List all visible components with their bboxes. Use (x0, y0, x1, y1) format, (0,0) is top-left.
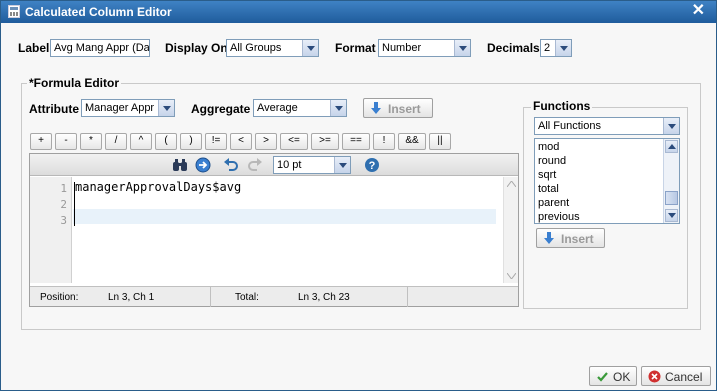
down-arrow-icon (544, 232, 554, 244)
font-size-select[interactable]: 10 pt (273, 156, 351, 174)
close-icon[interactable]: ✕ (692, 3, 705, 19)
operator-button[interactable]: ! (373, 133, 395, 150)
display-on-select[interactable]: All Groups (226, 39, 319, 57)
help-icon[interactable]: ? (364, 157, 380, 173)
function-item[interactable]: previous (538, 211, 580, 223)
function-item[interactable]: sqrt (538, 169, 556, 181)
total-value: Ln 3, Ch 23 (298, 292, 350, 303)
operator-button[interactable]: || (429, 133, 451, 150)
operator-button[interactable]: - (55, 133, 77, 150)
active-line-highlight (73, 209, 496, 224)
formula-editor-title: *Formula Editor (27, 76, 122, 90)
operator-button[interactable]: >= (311, 133, 339, 150)
functions-filter-value: All Functions (538, 120, 601, 132)
operator-button[interactable]: > (255, 133, 277, 150)
line-number: 3 (60, 214, 67, 227)
aggregate-label: Aggregate (191, 102, 251, 116)
line-number: 2 (60, 198, 67, 211)
function-item[interactable]: round (538, 155, 566, 167)
ok-label: OK (613, 370, 631, 384)
title-bar[interactable]: Calculated Column Editor ✕ (1, 1, 716, 23)
functions-title: Functions (531, 99, 593, 113)
total-label: Total: (235, 292, 259, 303)
down-arrow-icon (371, 102, 381, 114)
chevron-down-icon (330, 100, 346, 116)
attribute-label: Attribute (29, 102, 79, 116)
insert-attribute-button[interactable]: Insert (363, 98, 433, 118)
functions-list[interactable]: mod round sqrt total parent previous (534, 138, 680, 224)
window-title: Calculated Column Editor (25, 5, 172, 19)
status-divider (210, 287, 211, 307)
binoculars-icon[interactable] (172, 157, 188, 173)
decimals-label: Decimals (487, 41, 540, 55)
label-label: Label (18, 41, 50, 55)
code-line[interactable]: managerApprovalDays$avg (75, 180, 241, 194)
functions-scrollbar[interactable] (663, 139, 679, 223)
scroll-up-icon[interactable] (665, 140, 678, 153)
redo-icon[interactable] (247, 157, 263, 173)
calculated-column-editor-dialog: Calculated Column Editor ✕ Label Avg Man… (0, 0, 717, 391)
undo-icon[interactable] (223, 157, 239, 173)
operator-button[interactable]: == (342, 133, 370, 150)
svg-text:?: ? (369, 160, 376, 172)
chevron-down-icon (334, 157, 350, 173)
chevron-down-icon (302, 40, 318, 56)
checkmark-icon (597, 372, 608, 382)
function-item[interactable]: parent (538, 197, 569, 209)
attribute-select[interactable]: Manager Appr (81, 99, 175, 117)
chevron-down-icon (555, 40, 571, 56)
scroll-down-icon[interactable] (507, 273, 516, 279)
editor-scrollbar[interactable] (503, 177, 518, 283)
cancel-button[interactable]: Cancel (641, 366, 711, 386)
scroll-thumb[interactable] (665, 191, 678, 205)
scroll-down-icon[interactable] (665, 209, 678, 222)
operator-button[interactable]: <= (280, 133, 308, 150)
editor-status-bar: Position: Ln 3, Ch 1 Total: Ln 3, Ch 23 (30, 286, 518, 307)
function-item[interactable]: mod (538, 141, 559, 153)
editor-toolbar: 10 pt ? (30, 154, 518, 176)
operator-button[interactable]: && (398, 133, 426, 150)
decimals-select[interactable]: 2 (540, 39, 572, 57)
operator-button[interactable]: != (205, 133, 227, 150)
operator-button[interactable]: + (30, 133, 52, 150)
format-select[interactable]: Number (378, 39, 471, 57)
insert-attribute-label: Insert (388, 102, 421, 116)
format-label: Format (335, 41, 376, 55)
line-number: 1 (60, 182, 67, 195)
operator-button[interactable]: * (80, 133, 102, 150)
operator-button[interactable]: ( (155, 133, 177, 150)
cancel-icon (648, 370, 661, 383)
chevron-down-icon (158, 100, 174, 116)
formula-code-editor[interactable]: 10 pt ? 1 2 3 managerApprovalDays$avg Po… (29, 153, 519, 307)
scroll-up-icon[interactable] (507, 181, 516, 187)
chevron-down-icon (663, 118, 679, 134)
operator-button[interactable]: ) (180, 133, 202, 150)
aggregate-select[interactable]: Average (253, 99, 347, 117)
functions-filter-select[interactable]: All Functions (534, 117, 680, 135)
line-number-gutter: 1 2 3 (30, 177, 72, 283)
operator-button[interactable]: / (105, 133, 127, 150)
operator-button[interactable]: ^ (130, 133, 152, 150)
position-label: Position: (40, 292, 79, 303)
chevron-down-icon (454, 40, 470, 56)
goto-arrow-icon[interactable] (195, 157, 211, 173)
cancel-label: Cancel (665, 370, 703, 384)
position-value: Ln 3, Ch 1 (108, 292, 155, 303)
insert-function-label: Insert (561, 232, 594, 246)
calculator-icon (8, 5, 20, 18)
ok-button[interactable]: OK (589, 366, 637, 386)
label-input[interactable]: Avg Mang Appr (Da (50, 39, 150, 57)
operator-button[interactable]: < (230, 133, 252, 150)
status-divider (407, 287, 408, 307)
insert-function-button[interactable]: Insert (536, 228, 605, 248)
display-on-label: Display On (165, 41, 228, 55)
function-item[interactable]: total (538, 183, 559, 195)
text-cursor (74, 182, 75, 226)
